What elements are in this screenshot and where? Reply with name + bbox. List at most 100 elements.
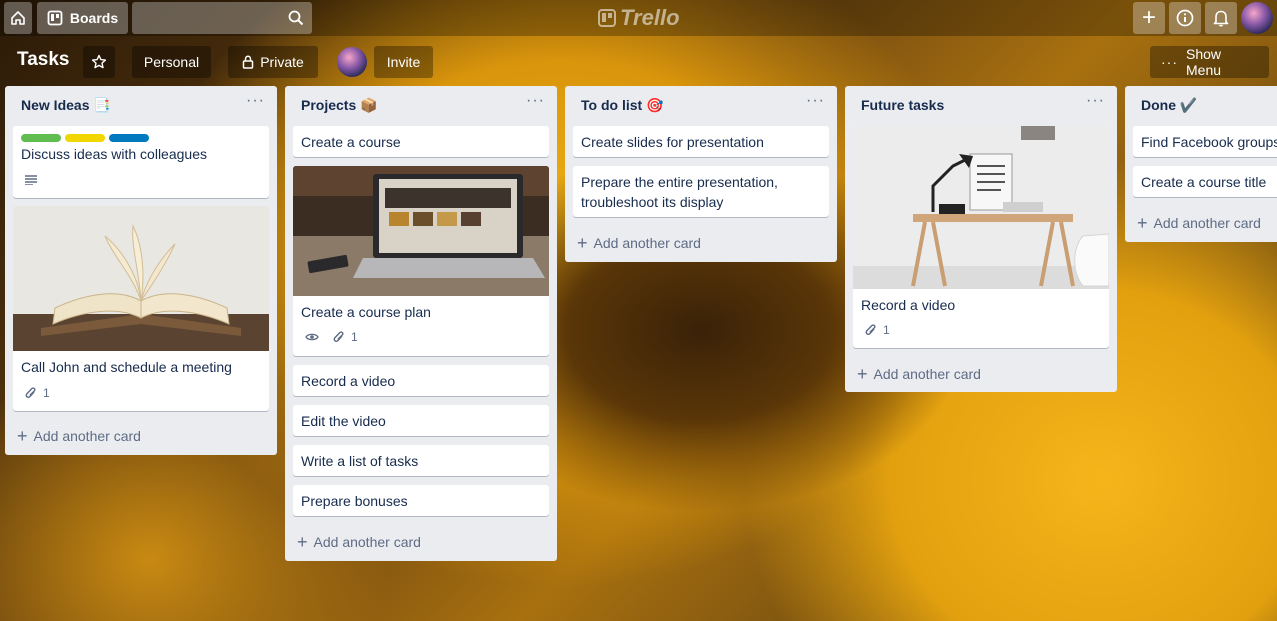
card-label-blue[interactable] xyxy=(109,134,149,142)
boards-icon xyxy=(47,10,63,26)
attachment-badge: 1 xyxy=(25,386,50,400)
paperclip-icon xyxy=(25,386,36,398)
add-card-label: Add another card xyxy=(33,428,141,444)
plus-icon: + xyxy=(857,364,868,384)
plus-icon: + xyxy=(17,426,28,446)
card-write-tasks[interactable]: Write a list of tasks xyxy=(293,445,549,476)
attachment-count: 1 xyxy=(883,323,890,337)
attachment-count: 1 xyxy=(351,330,358,344)
boards-button[interactable]: Boards xyxy=(37,2,128,34)
trello-logo[interactable]: Trello xyxy=(598,5,680,30)
show-menu-button[interactable]: ··· Show Menu xyxy=(1150,46,1269,78)
notifications-button[interactable] xyxy=(1205,2,1237,34)
add-card-label: Add another card xyxy=(593,235,701,251)
trello-logo-icon xyxy=(598,9,616,27)
visibility-button[interactable]: Private xyxy=(228,46,318,78)
card-find-facebook[interactable]: Find Facebook groups xyxy=(1133,126,1277,157)
add-card-label: Add another card xyxy=(1153,215,1261,231)
card-title: Call John and schedule a meeting xyxy=(21,359,232,375)
list-projects: Projects 📦 ··· Create a course Create a … xyxy=(285,86,557,561)
list-done: Done ✔️ Find Facebook groups Create a co… xyxy=(1125,86,1277,242)
card-title: Create slides for presentation xyxy=(581,134,764,150)
home-button[interactable] xyxy=(4,2,32,34)
card-title: Write a list of tasks xyxy=(301,453,419,469)
card-course-title[interactable]: Create a course title xyxy=(1133,166,1277,197)
star-icon xyxy=(91,54,107,69)
add-card-button[interactable]: + Add another card xyxy=(1137,213,1261,233)
list-future-tasks: Future tasks ··· Record a video 1 + Add … xyxy=(845,86,1117,392)
member-avatar[interactable] xyxy=(337,47,367,77)
list-title[interactable]: To do list 🎯 xyxy=(581,97,664,114)
bell-icon xyxy=(1213,10,1229,27)
visibility-label: Private xyxy=(260,54,304,70)
card-title: Prepare the entire presentation, trouble… xyxy=(581,174,778,210)
more-icon: ··· xyxy=(1161,54,1178,70)
info-button[interactable] xyxy=(1169,2,1201,34)
card-title: Prepare bonuses xyxy=(301,493,408,509)
star-board-button[interactable] xyxy=(83,46,115,78)
card-prepare-presentation[interactable]: Prepare the entire presentation, trouble… xyxy=(573,166,829,217)
list-menu-icon[interactable]: ··· xyxy=(806,92,825,110)
card-call-john[interactable]: Call John and schedule a meeting 1 xyxy=(13,206,269,411)
list-title[interactable]: Future tasks xyxy=(861,97,944,113)
team-label: Personal xyxy=(143,54,200,70)
card-badges: 1 xyxy=(305,330,358,344)
search-input[interactable] xyxy=(132,2,312,34)
add-card-label: Add another card xyxy=(873,366,981,382)
list-title[interactable]: Done ✔️ xyxy=(1141,97,1197,114)
attachment-count: 1 xyxy=(43,386,50,400)
card-title: Discuss ideas with colleagues xyxy=(21,146,207,162)
invite-button[interactable]: Invite xyxy=(374,46,433,78)
plus-icon: + xyxy=(1137,213,1148,233)
card-title: Record a video xyxy=(861,297,956,313)
list-menu-icon[interactable]: ··· xyxy=(526,92,545,110)
card-create-course-plan[interactable]: Create a course plan 1 xyxy=(293,166,549,356)
list-to-do: To do list 🎯 ··· Create slides for prese… xyxy=(565,86,837,262)
add-card-button[interactable]: + Add another card xyxy=(17,426,141,446)
list-title[interactable]: Projects 📦 xyxy=(301,97,378,114)
list-menu-icon[interactable]: ··· xyxy=(246,92,265,110)
card-title: Create a course title xyxy=(1141,174,1267,190)
user-avatar[interactable] xyxy=(1241,2,1273,34)
card-record-video[interactable]: Record a video xyxy=(293,365,549,396)
card-cover-desk xyxy=(853,126,1109,289)
attachment-badge: 1 xyxy=(865,323,890,337)
card-cover-open-book xyxy=(13,206,269,351)
add-card-label: Add another card xyxy=(313,534,421,550)
card-edit-video[interactable]: Edit the video xyxy=(293,405,549,436)
card-title: Edit the video xyxy=(301,413,386,429)
card-prepare-bonuses[interactable]: Prepare bonuses xyxy=(293,485,549,516)
add-card-button[interactable]: + Add another card xyxy=(857,364,981,384)
card-label-green[interactable] xyxy=(21,134,61,142)
search-icon xyxy=(288,10,304,26)
card-record-video-future[interactable]: Record a video 1 xyxy=(853,126,1109,348)
team-button[interactable]: Personal xyxy=(132,46,211,78)
card-title: Find Facebook groups xyxy=(1141,134,1277,150)
add-card-button[interactable]: + Add another card xyxy=(297,532,421,552)
card-create-slides[interactable]: Create slides for presentation xyxy=(573,126,829,157)
card-title: Create a course plan xyxy=(301,304,431,320)
card-discuss-ideas[interactable]: Discuss ideas with colleagues xyxy=(13,126,269,198)
info-icon xyxy=(1176,9,1194,27)
plus-icon: + xyxy=(297,532,308,552)
description-icon xyxy=(25,175,37,185)
card-label-yellow[interactable] xyxy=(65,134,105,142)
show-menu-label: Show Menu xyxy=(1186,46,1222,78)
card-cover-laptop xyxy=(293,166,549,296)
home-icon xyxy=(11,11,25,25)
boards-label: Boards xyxy=(69,10,119,26)
card-create-course[interactable]: Create a course xyxy=(293,126,549,157)
board-title[interactable]: Tasks xyxy=(17,49,69,71)
paperclip-icon xyxy=(333,330,344,342)
card-title: Create a course xyxy=(301,134,401,150)
lock-icon xyxy=(242,55,254,69)
card-title: Record a video xyxy=(301,373,396,389)
logo-text: Trello xyxy=(620,5,680,30)
invite-label: Invite xyxy=(386,54,421,70)
create-button[interactable]: + xyxy=(1133,2,1165,34)
eye-icon xyxy=(305,333,319,341)
list-title[interactable]: New Ideas 📑 xyxy=(21,97,111,114)
plus-icon: + xyxy=(577,233,588,253)
add-card-button[interactable]: + Add another card xyxy=(577,233,701,253)
list-menu-icon[interactable]: ··· xyxy=(1086,92,1105,110)
